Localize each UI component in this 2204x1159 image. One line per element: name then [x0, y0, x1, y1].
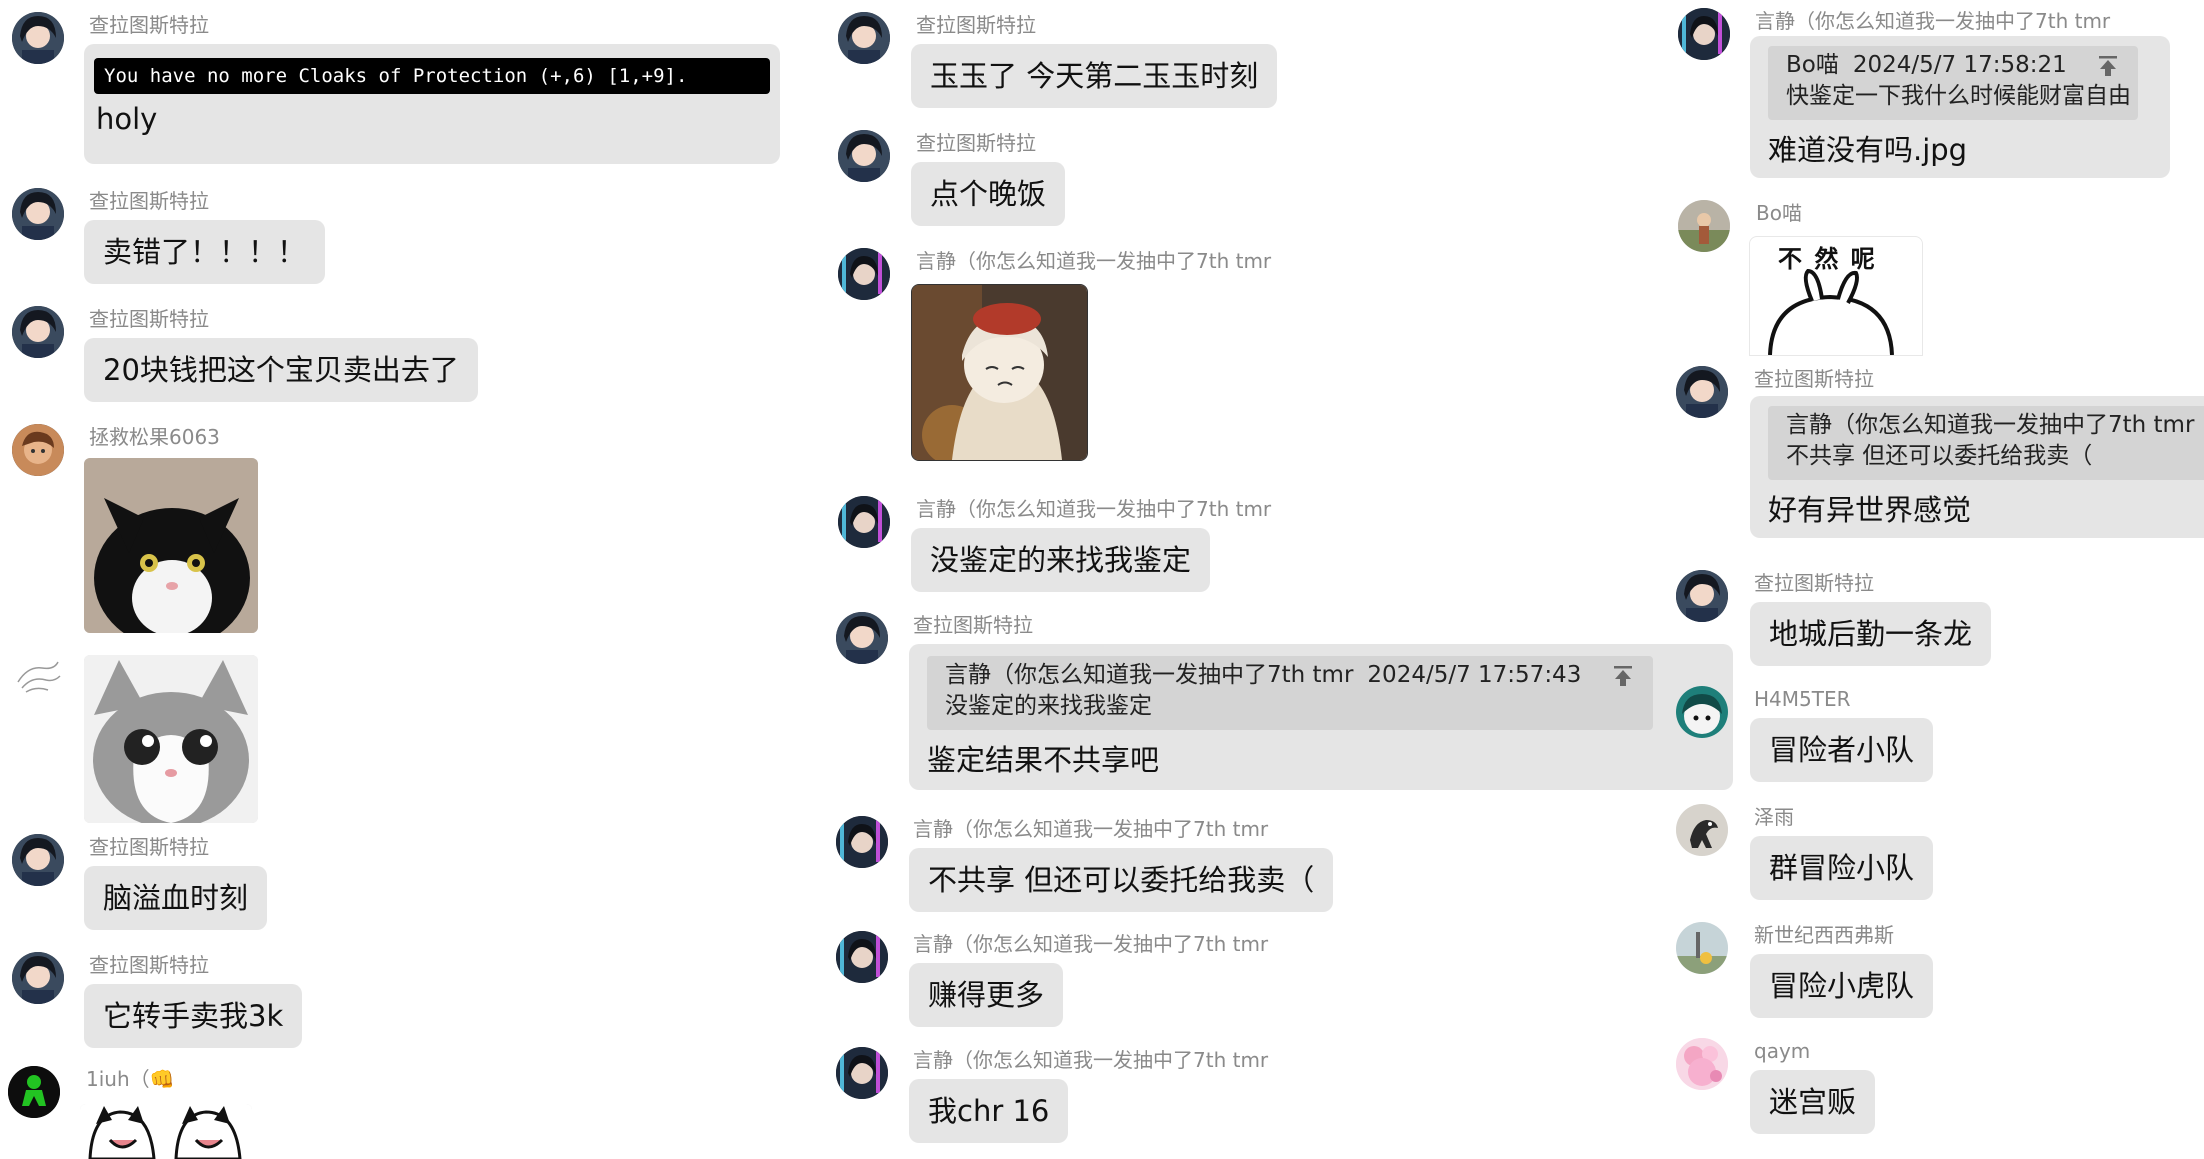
- sender-name[interactable]: 查拉图斯特拉: [913, 612, 1033, 638]
- message-bubble[interactable]: 不共享 但还可以委托给我卖（: [909, 848, 1334, 912]
- message-bubble[interactable]: 没鉴定的来找我鉴定: [911, 528, 1211, 592]
- avatar[interactable]: [12, 306, 64, 358]
- sender-name[interactable]: 言静（你怎么知道我一发抽中了7th tmr: [916, 496, 1271, 522]
- avatar[interactable]: [1676, 366, 1728, 418]
- message-bubble[interactable]: 地城后勤一条龙: [1750, 602, 1992, 666]
- message-bubble[interactable]: 卖错了！！！！: [84, 220, 326, 284]
- sender-name[interactable]: 言静（你怎么知道我一发抽中了7th tmr: [1755, 8, 2110, 34]
- message-bubble[interactable]: 冒险小虎队: [1750, 954, 1934, 1018]
- sender-name[interactable]: 查拉图斯特拉: [89, 12, 209, 38]
- message-bubble[interactable]: 群冒险小队: [1750, 836, 1934, 900]
- sender-name[interactable]: qaym: [1754, 1038, 1810, 1064]
- tuxedo-cat-sticker[interactable]: [84, 458, 258, 633]
- message-bubble[interactable]: 冒险者小队: [1750, 718, 1934, 782]
- sender-name[interactable]: 查拉图斯特拉: [89, 834, 209, 860]
- sender-name[interactable]: 查拉图斯特拉: [916, 12, 1036, 38]
- avatar[interactable]: [838, 12, 890, 64]
- sender-name[interactable]: 查拉图斯特拉: [89, 952, 209, 978]
- message-bubble[interactable]: Bo喵 2024/5/7 17:58:21 快鉴定一下我什么时候能财富自由 难道没…: [1750, 36, 2170, 178]
- avatar[interactable]: [836, 931, 888, 983]
- message-text: 好有异世界感觉: [1768, 493, 1972, 527]
- jump-to-message-icon[interactable]: [1611, 664, 1635, 688]
- message-bubble[interactable]: 言静（你怎么知道我一发抽中了7th tmr 2024/5/7 17:57:43 没…: [909, 644, 1733, 790]
- avatar[interactable]: [8, 1066, 60, 1118]
- sender-name[interactable]: 查拉图斯特拉: [89, 188, 209, 214]
- quote-author: Bo喵: [1786, 52, 1839, 78]
- quote-author: 言静（你怎么知道我一发抽中了7th tmr: [945, 662, 1354, 688]
- quoted-message[interactable]: 言静（你怎么知道我一发抽中了7th tmr 不共享 但还可以委托给我卖（: [1768, 406, 2204, 480]
- quote-timestamp: 2024/5/7 17:57:43: [1367, 662, 1582, 688]
- sender-name[interactable]: 言静（你怎么知道我一发抽中了7th tmr: [916, 248, 1271, 274]
- sender-name[interactable]: H4M5TER: [1754, 686, 1851, 712]
- quote-text: 快鉴定一下我什么时候能财富自由: [1786, 83, 2131, 109]
- avatar[interactable]: [12, 952, 64, 1004]
- sender-name[interactable]: 查拉图斯特拉: [89, 306, 209, 332]
- avatar[interactable]: [836, 1047, 888, 1099]
- message-bubble[interactable]: 赚得更多: [909, 963, 1064, 1027]
- avatar[interactable]: [1676, 1038, 1728, 1090]
- quote-timestamp: 2024/5/7 17:58:21: [1852, 52, 2067, 78]
- message-bubble[interactable]: 脑溢血时刻: [84, 866, 268, 930]
- avatar[interactable]: [836, 816, 888, 868]
- message-text: holy: [96, 102, 158, 136]
- message-bubble[interactable]: 点个晚饭: [911, 162, 1066, 226]
- message-bubble[interactable]: 它转手卖我3k: [84, 984, 303, 1048]
- avatar[interactable]: [838, 130, 890, 182]
- avatar[interactable]: [1676, 922, 1728, 974]
- sender-name[interactable]: 言静（你怎么知道我一发抽中了7th tmr: [913, 931, 1268, 957]
- message-text: 鉴定结果不共享吧: [927, 743, 1160, 777]
- quote-text: 不共享 但还可以委托给我卖（: [1786, 443, 2093, 469]
- message-bubble[interactable]: 迷宫贩: [1750, 1070, 1876, 1134]
- sender-name[interactable]: 新世纪西西弗斯: [1754, 922, 1894, 948]
- avatar[interactable]: [12, 424, 64, 476]
- sender-name[interactable]: 言静（你怎么知道我一发抽中了7th tmr: [913, 1047, 1268, 1073]
- quote-author: 言静（你怎么知道我一发抽中了7th tmr: [1786, 412, 2195, 438]
- avatar[interactable]: [836, 612, 888, 664]
- sender-name[interactable]: 拯救松果6063: [89, 424, 220, 450]
- quoted-message[interactable]: Bo喵 2024/5/7 17:58:21 快鉴定一下我什么时候能财富自由: [1768, 46, 2138, 120]
- cartoon-cats-sticker[interactable]: [80, 1104, 252, 1159]
- sender-name[interactable]: 查拉图斯特拉: [1754, 366, 1874, 392]
- avatar[interactable]: [1676, 570, 1728, 622]
- anime-girl-sticker[interactable]: [911, 284, 1088, 461]
- message-bubble[interactable]: 我chr 16: [909, 1079, 1069, 1143]
- message-bubble[interactable]: 20块钱把这个宝贝卖出去了: [84, 338, 478, 402]
- sender-name[interactable]: 言静（你怎么知道我一发抽中了7th tmr: [913, 816, 1268, 842]
- bunny-sticker[interactable]: 不 然 呢: [1749, 236, 1923, 356]
- avatar[interactable]: [838, 248, 890, 300]
- avatar[interactable]: [1676, 804, 1728, 856]
- quoted-message[interactable]: 言静（你怎么知道我一发抽中了7th tmr 2024/5/7 17:57:43 没…: [927, 656, 1653, 730]
- avatar[interactable]: [12, 652, 64, 704]
- avatar[interactable]: [838, 496, 890, 548]
- jump-to-message-icon[interactable]: [2096, 54, 2120, 78]
- sender-name[interactable]: 1iuh（👊: [86, 1066, 175, 1092]
- sender-name[interactable]: 查拉图斯特拉: [1754, 570, 1874, 596]
- game-screenshot-text: You have no more Cloaks of Protection (+…: [94, 58, 770, 94]
- avatar[interactable]: [12, 12, 64, 64]
- message-bubble[interactable]: 言静（你怎么知道我一发抽中了7th tmr 不共享 但还可以委托给我卖（ 好有异…: [1750, 396, 2204, 538]
- avatar[interactable]: [1678, 8, 1730, 60]
- quote-text: 没鉴定的来找我鉴定: [945, 693, 1152, 719]
- sender-name[interactable]: 泽雨: [1754, 804, 1794, 830]
- surprised-cat-sticker[interactable]: [84, 655, 258, 823]
- avatar[interactable]: [12, 834, 64, 886]
- avatar[interactable]: [1676, 686, 1728, 738]
- sender-name[interactable]: 查拉图斯特拉: [916, 130, 1036, 156]
- message-text: 难道没有吗.jpg: [1768, 133, 1968, 167]
- message-bubble[interactable]: You have no more Cloaks of Protection (+…: [84, 44, 780, 164]
- message-bubble[interactable]: 玉玉了 今天第二玉玉时刻: [911, 44, 1278, 108]
- avatar[interactable]: [12, 188, 64, 240]
- sender-name[interactable]: Bo喵: [1756, 200, 1802, 226]
- avatar[interactable]: [1678, 200, 1730, 252]
